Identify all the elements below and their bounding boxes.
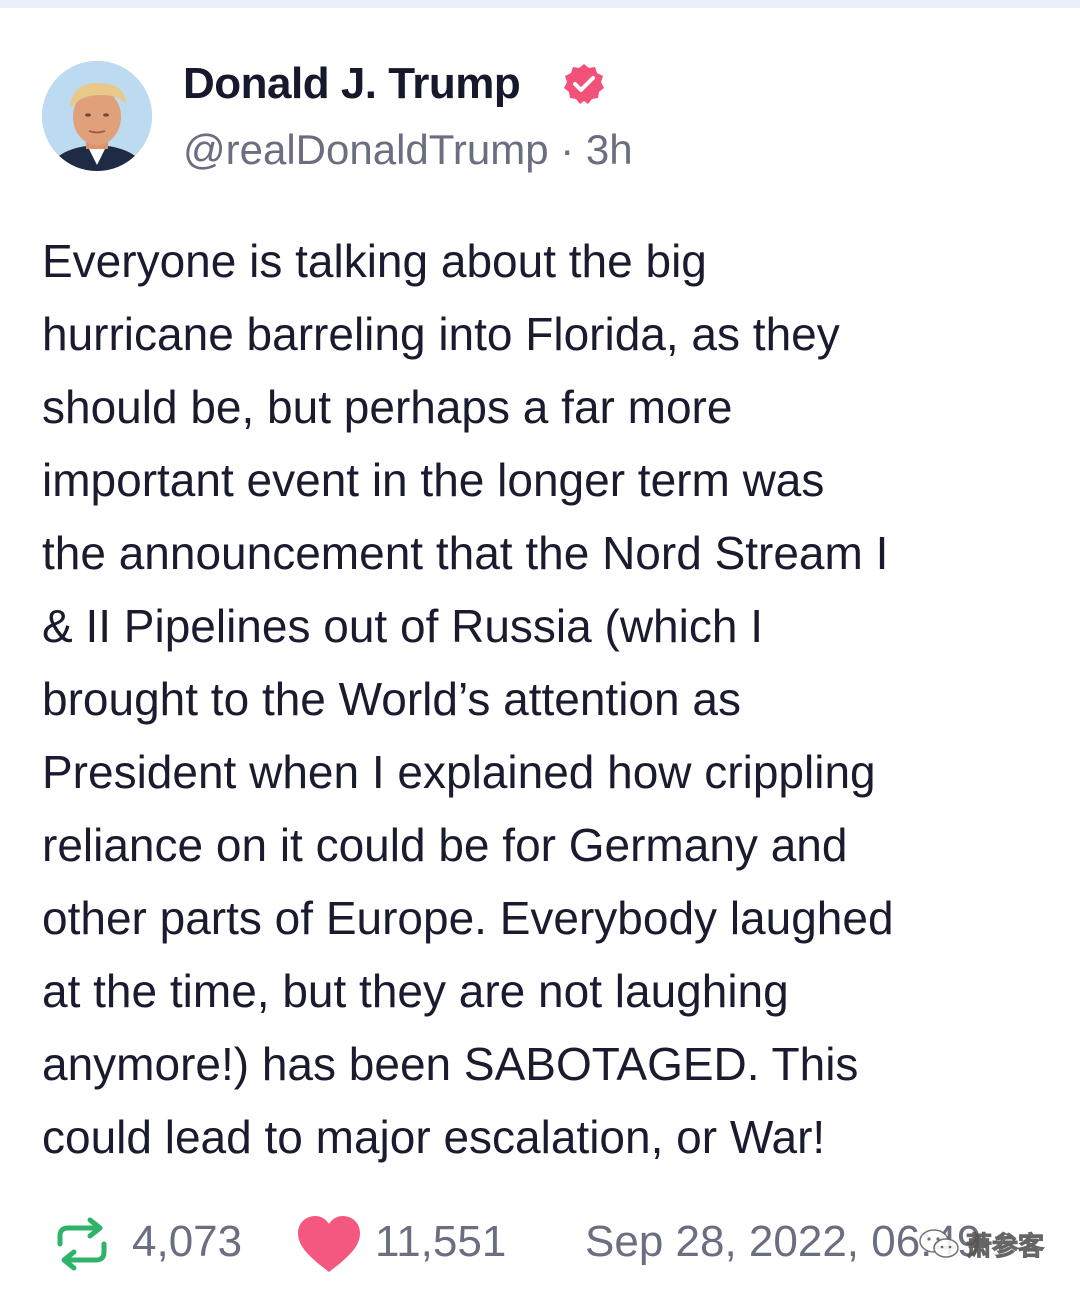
handle-separator: · xyxy=(548,126,586,173)
wechat-logo-icon xyxy=(919,1229,959,1258)
verified-badge-icon xyxy=(564,64,604,104)
avatar-portrait xyxy=(42,61,152,171)
post-body-line: reliance on it could be for Germany and xyxy=(42,819,848,871)
post-body-line: should be, but perhaps a far more xyxy=(42,381,733,433)
avatar[interactable] xyxy=(42,61,152,171)
repost-count[interactable]: 4,073 xyxy=(132,1214,242,1270)
watermark: 萧参客 xyxy=(918,1222,1045,1266)
like-count[interactable]: 11,551 xyxy=(375,1214,506,1270)
post-body-line: Everyone is talking about the big xyxy=(42,235,707,287)
post-body-line: could lead to major escalation, or War! xyxy=(42,1111,826,1163)
heart-icon[interactable] xyxy=(296,1214,362,1276)
post-body-line: important event in the longer term was xyxy=(42,454,825,506)
repost-icon[interactable] xyxy=(52,1214,112,1274)
post-body-line: hurricane barreling into Florida, as the… xyxy=(42,308,840,360)
time-ago[interactable]: 3h xyxy=(586,126,633,173)
post-body-line: President when I explained how crippling xyxy=(42,746,876,798)
handle[interactable]: @realDonaldTrump xyxy=(183,126,549,173)
handle-line: @realDonaldTrump · 3h xyxy=(183,124,633,176)
post-body-line: other parts of Europe. Everybody laughed xyxy=(42,892,894,944)
post-card: Donald J. Trump @realDonaldTrump · 3h Ev… xyxy=(0,0,1080,1302)
post-body-line: brought to the World’s attention as xyxy=(42,673,741,725)
post-body-line: anymore!) has been SABOTAGED. This xyxy=(42,1038,859,1090)
display-name[interactable]: Donald J. Trump xyxy=(183,58,521,110)
post-body-line: & II Pipelines out of Russia (which I xyxy=(42,600,763,652)
post-body-line: at the time, but they are not laughing xyxy=(42,965,789,1017)
watermark-text: 萧参客 xyxy=(965,1231,1045,1262)
post-body-line: the announcement that the Nord Stream I xyxy=(42,527,889,579)
post-body: Everyone is talking about the big hurric… xyxy=(42,225,1042,1174)
